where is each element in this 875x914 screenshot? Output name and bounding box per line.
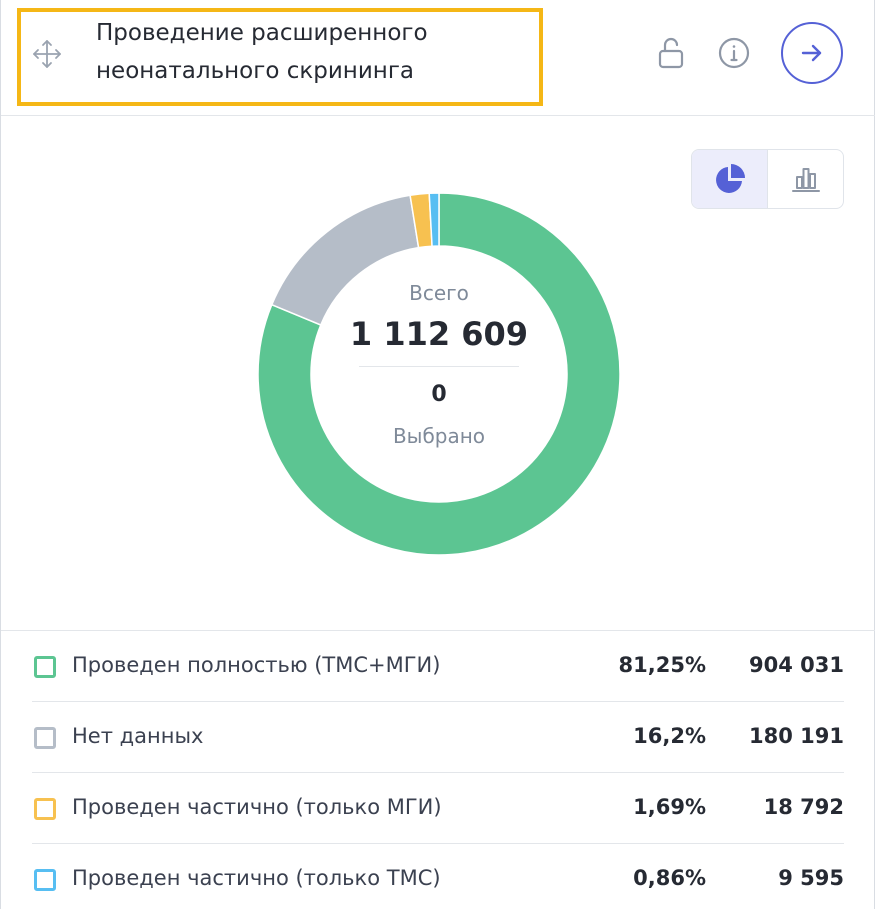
widget-panel: Проведение расширенного неонатального ск… [0, 0, 875, 909]
legend-percent: 1,69% [633, 795, 706, 819]
legend-row[interactable]: Проведен частично (только МГИ) 1,69% 18 … [32, 773, 844, 844]
legend-checkbox[interactable] [34, 727, 56, 749]
open-details-button[interactable] [781, 22, 843, 84]
widget-header: Проведение расширенного неонатального ск… [1, 0, 875, 116]
move-icon[interactable] [31, 38, 63, 70]
legend-row[interactable]: Нет данных 16,2% 180 191 [32, 702, 844, 773]
legend-list: Проведен полностью (ТМС+МГИ) 81,25% 904 … [1, 630, 875, 914]
summary-divider [359, 366, 519, 367]
total-value: 1 112 609 [349, 315, 529, 353]
info-button[interactable] [716, 35, 752, 71]
legend-percent: 0,86% [633, 866, 706, 890]
selected-value: 0 [431, 382, 447, 407]
legend-checkbox[interactable] [34, 869, 56, 891]
legend-label: Проведен полностью (ТМС+МГИ) [72, 653, 441, 677]
legend-checkbox[interactable] [34, 656, 56, 678]
unlock-icon [658, 37, 684, 69]
info-icon [718, 37, 750, 69]
legend-value: 18 792 [763, 795, 844, 819]
legend-value: 904 031 [749, 653, 844, 677]
pie-chart-toggle[interactable] [692, 150, 768, 208]
legend-label: Нет данных [72, 724, 204, 748]
bar-chart-toggle[interactable] [768, 150, 843, 208]
chart-center-summary: Всего 1 112 609 0 Выбрано [339, 280, 539, 449]
widget-title: Проведение расширенного неонатального ск… [96, 20, 428, 84]
unlock-button[interactable] [653, 34, 689, 72]
legend-label: Проведен частично (только ТМС) [72, 866, 441, 890]
legend-row[interactable]: Проведен полностью (ТМС+МГИ) 81,25% 904 … [32, 631, 844, 702]
legend-row[interactable]: Проведен частично (только ТМС) 0,86% 9 5… [32, 844, 844, 914]
legend-value: 180 191 [749, 724, 844, 748]
legend-percent: 16,2% [633, 724, 706, 748]
bar-chart-icon [791, 168, 820, 192]
chart-type-toggle [691, 149, 844, 209]
arrow-right-icon [801, 44, 822, 62]
legend-value: 9 595 [778, 866, 844, 890]
pie-chart-icon [715, 164, 745, 193]
legend-label: Проведен частично (только МГИ) [72, 795, 442, 819]
selected-label: Выбрано [392, 424, 486, 448]
legend-checkbox[interactable] [34, 798, 56, 820]
total-label: Всего [409, 281, 469, 305]
legend-percent: 81,25% [618, 653, 706, 677]
